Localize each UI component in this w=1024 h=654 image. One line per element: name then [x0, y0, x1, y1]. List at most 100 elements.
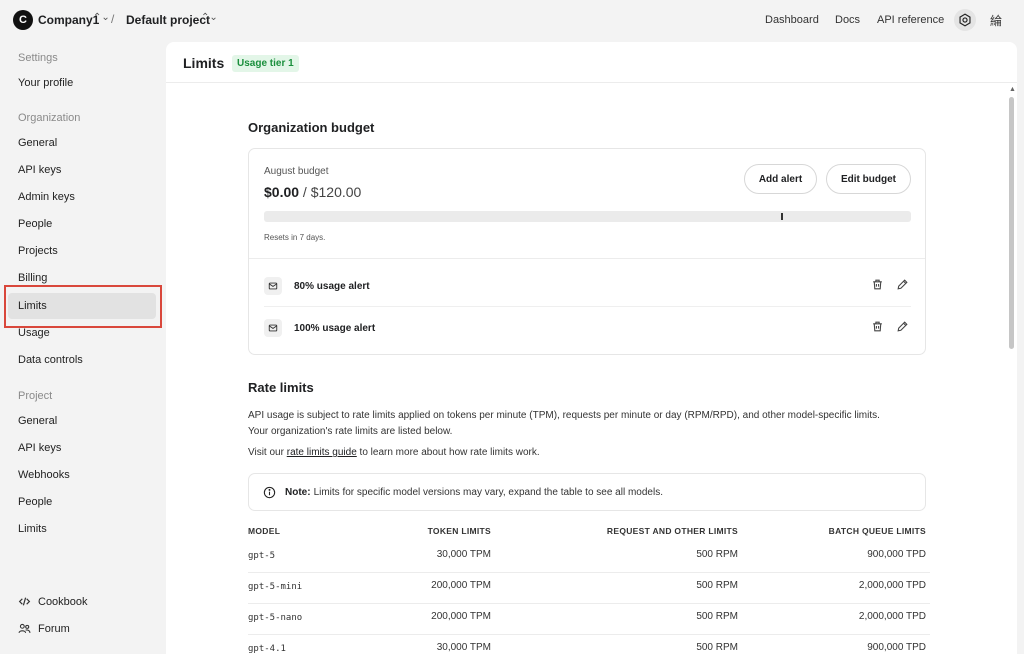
budget-alert-marker: [780, 213, 783, 220]
visit-prefix: Visit our: [248, 447, 287, 458]
top-bar: C Company1 ⌃⌄ / Default project ⌃⌄ Dashb…: [0, 0, 1024, 40]
code-icon: [18, 597, 31, 606]
table-row-divider: [248, 572, 930, 573]
budget-current: $0.00: [264, 184, 300, 200]
alert-label: 100% usage alert: [294, 322, 376, 334]
scrollbar-thumb[interactable]: [1009, 97, 1014, 349]
page-title: Limits: [183, 55, 225, 71]
budget-label: August budget: [264, 166, 329, 177]
mail-icon: [264, 277, 282, 295]
project-switcher[interactable]: Default project: [126, 13, 210, 27]
sidebar-item-project-limits[interactable]: Limits: [8, 516, 156, 542]
column-header-token-limits: TOKEN LIMITS: [427, 526, 491, 536]
table-cell-request: 500 RPM: [696, 580, 738, 591]
table-cell-token: 30,000 TPM: [436, 642, 491, 653]
table-cell-request: 500 RPM: [696, 549, 738, 560]
section-title-organization-budget: Organization budget: [248, 120, 375, 135]
sidebar-item-project-api-keys[interactable]: API keys: [8, 435, 156, 461]
sidebar-link-cookbook[interactable]: Cookbook: [18, 595, 88, 608]
rate-limits-guide-line: Visit our rate limits guide to learn mor…: [248, 445, 540, 461]
section-title-rate-limits: Rate limits: [248, 380, 314, 395]
sidebar-item-org-general[interactable]: General: [8, 130, 156, 156]
rate-limits-guide-link[interactable]: rate limits guide: [287, 447, 357, 458]
highlight-annotation: [4, 285, 162, 328]
table-cell-model: gpt-5-nano: [248, 613, 303, 623]
note-text: Limits for specific model versions may v…: [313, 486, 663, 498]
pencil-icon[interactable]: [896, 278, 909, 291]
column-header-request-limits: REQUEST AND OTHER LIMITS: [606, 526, 738, 536]
people-icon: [18, 623, 31, 633]
info-icon: [263, 486, 276, 498]
sidebar-item-project-people[interactable]: People: [8, 489, 156, 515]
budget-amount: $0.00 / $120.00: [264, 184, 361, 200]
sidebar-item-projects[interactable]: Projects: [8, 238, 156, 264]
alert-row-80: 80% usage alert: [264, 275, 911, 297]
visit-suffix: to learn more about how rate limits work…: [356, 447, 540, 458]
table-cell-token: 200,000 TPM: [431, 580, 491, 591]
table-cell-batch: 2,000,000 TPD: [858, 580, 926, 591]
table-cell-model: gpt-5-mini: [248, 582, 303, 592]
org-switcher[interactable]: Company1: [38, 13, 99, 27]
desc-line-2: Your organization's rate limits are list…: [248, 426, 453, 437]
budget-progress-bar: [264, 211, 911, 222]
add-alert-button[interactable]: Add alert: [744, 164, 817, 194]
table-cell-model: gpt-4.1: [248, 644, 286, 654]
pencil-icon[interactable]: [896, 320, 909, 333]
mail-icon: [264, 319, 282, 337]
column-header-model: MODEL: [248, 526, 281, 536]
sidebar-link-forum[interactable]: Forum: [18, 622, 70, 635]
sidebar-heading-project: Project: [18, 390, 53, 402]
page-header: Limits Usage tier 1: [166, 42, 1017, 83]
table-cell-batch: 900,000 TPD: [867, 549, 926, 560]
sidebar-item-org-api-keys[interactable]: API keys: [8, 157, 156, 183]
scroll-up-arrow-icon[interactable]: ▲: [1009, 86, 1016, 93]
chevron-updown-icon[interactable]: ⌃⌄: [201, 12, 218, 23]
trash-icon[interactable]: [871, 278, 884, 291]
nav-link-api-reference[interactable]: API reference: [877, 14, 944, 26]
table-cell-token: 200,000 TPM: [431, 611, 491, 622]
alert-row-100: 100% usage alert: [264, 317, 911, 339]
table-cell-batch: 900,000 TPD: [867, 642, 926, 653]
sidebar-item-webhooks[interactable]: Webhooks: [8, 462, 156, 488]
rate-limits-description: API usage is subject to rate limits appl…: [248, 408, 880, 440]
budget-card: August budget $0.00 / $120.00 Add alert …: [248, 148, 926, 355]
breadcrumb-separator: /: [111, 12, 115, 26]
budget-separator: /: [299, 184, 311, 200]
nav-link-docs[interactable]: Docs: [835, 14, 860, 26]
budget-reset-note: Resets in 7 days.: [264, 233, 326, 242]
table-cell-model: gpt-5: [248, 551, 276, 561]
sidebar-item-project-general[interactable]: General: [8, 408, 156, 434]
chevron-updown-icon[interactable]: ⌃⌄: [93, 12, 110, 23]
usage-tier-badge: Usage tier 1: [232, 55, 299, 72]
edit-budget-button[interactable]: Edit budget: [826, 164, 911, 194]
table-row-divider: [248, 634, 930, 635]
sidebar-item-data-controls[interactable]: Data controls: [8, 347, 156, 373]
desc-line-1: API usage is subject to rate limits appl…: [248, 410, 880, 421]
table-cell-token: 30,000 TPM: [436, 549, 491, 560]
table-row-divider: [248, 603, 930, 604]
main-panel: Limits Usage tier 1 ▲ Organization budge…: [166, 42, 1017, 654]
note-bold: Note:: [285, 486, 311, 498]
sidebar-item-admin-keys[interactable]: Admin keys: [8, 184, 156, 210]
language-button[interactable]: 綸: [990, 12, 1002, 29]
gear-icon: [959, 13, 971, 27]
sidebar-heading-organization: Organization: [18, 112, 81, 124]
alert-divider: [264, 306, 911, 307]
org-avatar[interactable]: C: [13, 10, 33, 30]
nav-link-dashboard[interactable]: Dashboard: [765, 14, 819, 26]
table-cell-request: 500 RPM: [696, 611, 738, 622]
sidebar-item-org-people[interactable]: People: [8, 211, 156, 237]
budget-max: $120.00: [310, 184, 362, 200]
trash-icon[interactable]: [871, 320, 884, 333]
card-divider: [249, 258, 925, 259]
table-cell-batch: 2,000,000 TPD: [858, 611, 926, 622]
table-cell-request: 500 RPM: [696, 642, 738, 653]
alert-label: 80% usage alert: [294, 280, 370, 292]
settings-button[interactable]: [954, 9, 976, 31]
cookbook-label: Cookbook: [38, 595, 88, 608]
sidebar-heading-settings: Settings: [18, 52, 58, 64]
column-header-batch-limits: BATCH QUEUE LIMITS: [828, 526, 926, 536]
sidebar-item-your-profile[interactable]: Your profile: [8, 70, 156, 96]
note-box: Note: Limits for specific model versions…: [248, 473, 926, 511]
forum-label: Forum: [38, 622, 70, 635]
